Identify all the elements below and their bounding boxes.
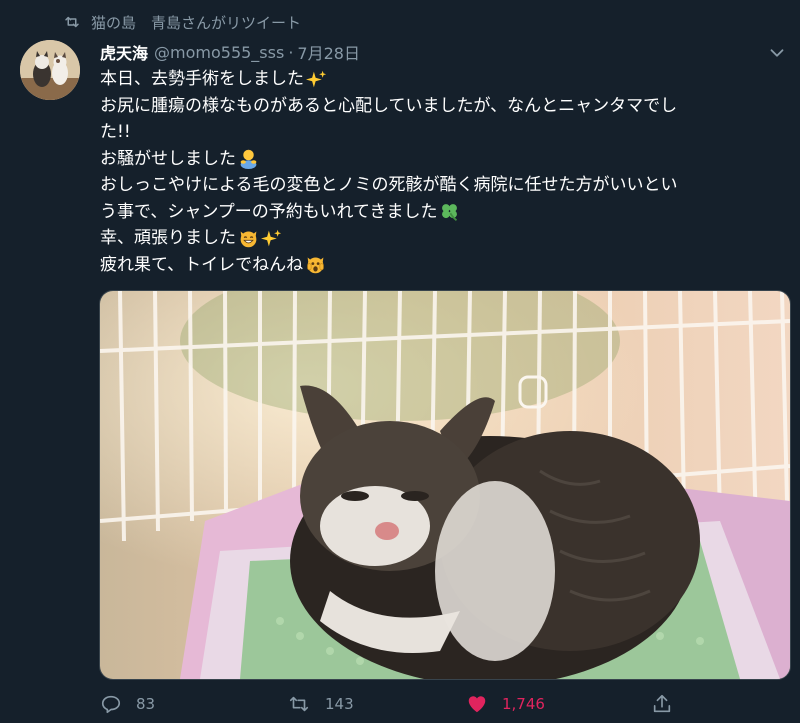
- share-icon: [653, 694, 671, 713]
- reply-icon: [101, 695, 121, 714]
- grinning-cat-icon: [240, 231, 257, 247]
- retweet-button[interactable]: 143: [287, 690, 354, 718]
- tweet-line: 本日、去勢手術をしました: [100, 66, 780, 93]
- tweet-header: 虎天海 @momo555_sss · 7月28日: [100, 40, 360, 64]
- heart-icon: [468, 696, 486, 713]
- tweet-line: お騒がせしました: [100, 146, 780, 173]
- author-display-name[interactable]: 虎天海: [100, 40, 148, 64]
- tweet-line: お尻に腫瘍の様なものがあると心配していましたが、なんとニャンタマでし: [100, 95, 678, 116]
- sparkles-icon: [306, 70, 327, 88]
- reply-count: 83: [136, 695, 156, 713]
- four-leaf-clover-icon: [442, 204, 458, 222]
- tweet-line: おしっこやけによる毛の変色とノミの死骸が酷く病院に任せた方がいいとい: [100, 175, 678, 195]
- person-bowing-icon: [240, 150, 257, 170]
- tweet-text: 本日、去勢手術をしました お尻に腫瘍の様なものがあると心配していましたが、なんと…: [100, 66, 780, 278]
- tweet-line: う事で、シャンプーの予約もいれてきました: [100, 199, 780, 226]
- cat-photo-image: [100, 291, 790, 679]
- reply-button[interactable]: 83: [100, 690, 155, 718]
- share-button[interactable]: [651, 690, 673, 718]
- weary-cat-icon: [307, 257, 324, 274]
- sparkles-icon: [261, 229, 282, 247]
- retweet-count: 143: [325, 695, 354, 713]
- retweeter-label[interactable]: 猫の島 青島さんがリツイート: [91, 12, 301, 33]
- separator-dot: ·: [288, 42, 294, 62]
- tweet-line: 幸、頑張りました: [100, 225, 780, 252]
- like-count: 1,746: [502, 695, 545, 713]
- avatar-image: [20, 40, 80, 100]
- tweet-date[interactable]: 7月28日: [297, 40, 360, 64]
- tweet-line: 疲れ果て、トイレでねんね: [100, 252, 780, 279]
- tweet-actions: 83 143 1,746: [100, 690, 780, 718]
- retweet-icon: [289, 696, 309, 712]
- tweet-photo[interactable]: [99, 290, 791, 680]
- like-button[interactable]: 1,746: [466, 690, 545, 718]
- retweet-icon: [65, 16, 79, 28]
- author-handle[interactable]: @momo555_sss: [154, 43, 284, 62]
- tweet-line: た!!: [100, 122, 131, 142]
- avatar[interactable]: [20, 40, 80, 100]
- chevron-down-icon[interactable]: [766, 42, 788, 64]
